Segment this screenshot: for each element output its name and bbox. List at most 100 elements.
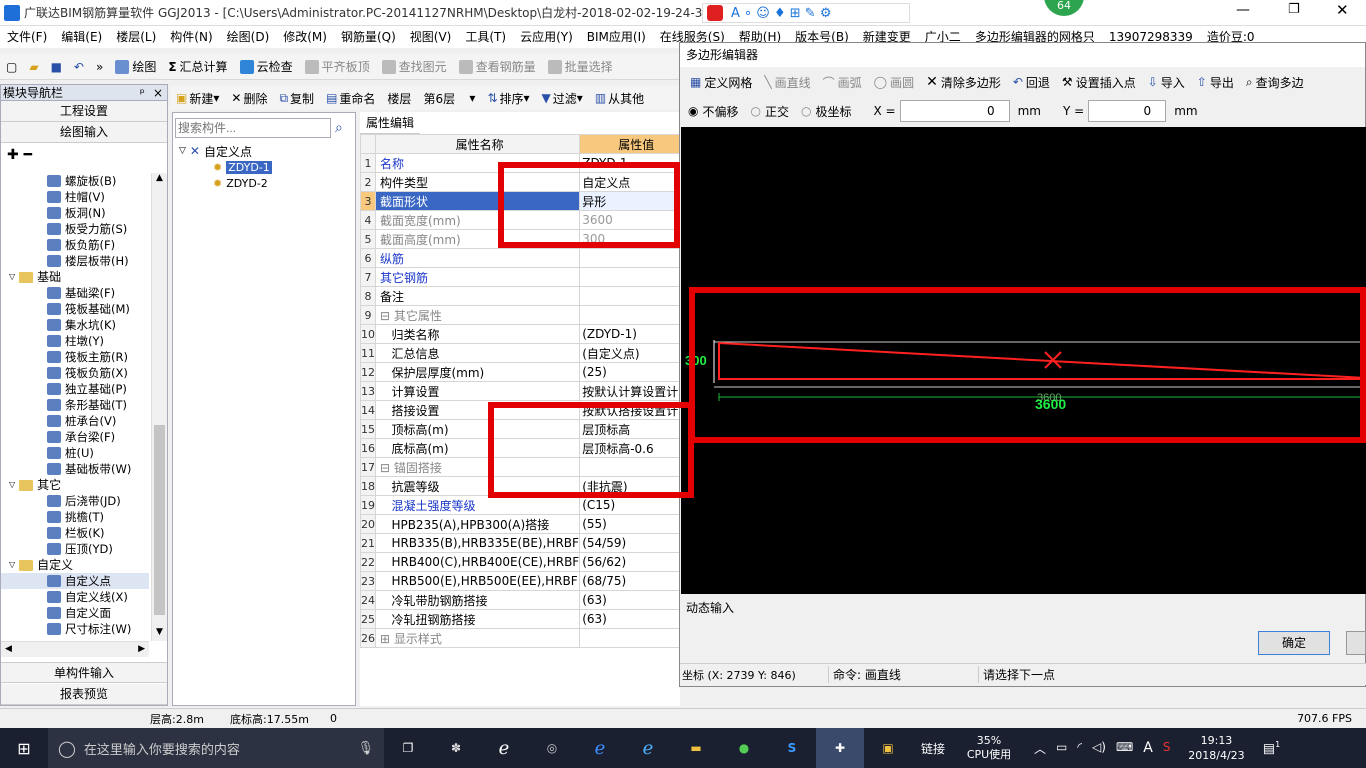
list-tree-root[interactable]: ▽ ✕ 自定义点 [173, 143, 355, 159]
tree-item[interactable]: 楼层板带(H) [1, 253, 149, 269]
list-item[interactable]: ✹ ZDYD-2 [173, 175, 355, 191]
spiral-app-icon[interactable]: ◎ [528, 741, 576, 755]
ie-browser-icon[interactable]: ℯ [480, 738, 528, 759]
property-tab[interactable]: 属性编辑 [360, 112, 420, 134]
nav-scrollbar[interactable]: ▲ ▼ [151, 173, 167, 641]
tree-item[interactable]: 栏板(K) [1, 525, 149, 541]
property-value[interactable]: (63) [579, 590, 692, 610]
tree-item[interactable]: 基础板带(W) [1, 461, 149, 477]
floor-select[interactable]: 第6层 ▾ [417, 86, 481, 110]
tray-expand-icon[interactable]: ︿ [1034, 740, 1046, 757]
expand-icon[interactable]: ▽ [9, 557, 15, 573]
property-value[interactable]: 按默认计算设置计算 [579, 381, 692, 401]
scroll-left-arrow[interactable]: ◀ [5, 644, 12, 655]
view-rebar-button[interactable]: 查看钢筋量 [453, 55, 542, 79]
rename-button[interactable]: ▤ 重命名 [320, 86, 381, 110]
cloud-check-button[interactable]: 云检查 [234, 55, 299, 79]
tree-group[interactable]: ▽ 自定义 [1, 557, 149, 573]
undo-icon[interactable]: ↶ [68, 55, 90, 79]
expand-icon[interactable]: ▽ [9, 477, 15, 493]
sort-button[interactable]: ⇅ 排序 ▾ [481, 86, 535, 110]
property-row[interactable]: 9 ⊟ 其它属性 [360, 305, 692, 325]
import-button[interactable]: ⇩ 导入 [1142, 70, 1191, 94]
menu-item[interactable]: 钢筋量(Q) [334, 26, 403, 48]
keyboard-icon[interactable]: ⌨ [1116, 740, 1133, 757]
property-row[interactable]: 19 混凝土强度等级 (C15) [360, 495, 692, 515]
tree-item[interactable]: 尺寸标注(W) [1, 621, 149, 637]
radio-no-offset[interactable]: ◉ 不偏移 [688, 103, 739, 120]
property-row[interactable]: 24 冷轧带肋钢筋搭接 (63) [360, 590, 692, 610]
property-value[interactable]: (55) [579, 514, 692, 534]
edge-browser-icon[interactable]: ℯ [576, 738, 624, 759]
tree-item[interactable]: 板洞(N) [1, 205, 149, 221]
menu-item[interactable]: 文件(F) [0, 26, 54, 48]
align-slab-button[interactable]: 平齐板顶 [299, 55, 376, 79]
tree-group[interactable]: ▽ 其它 [1, 477, 149, 493]
draw-circle-button[interactable]: ◯ 画圆 [868, 70, 920, 94]
ok-button[interactable]: 确定 [1258, 631, 1330, 655]
new-component-button[interactable]: ▣ 新建 ▾ [170, 86, 225, 110]
tree-item[interactable]: 条形基础(T) [1, 397, 149, 413]
property-row[interactable]: 12 保护层厚度(mm) (25) [360, 362, 692, 382]
set-insert-point-button[interactable]: ⚒ 设置插入点 [1056, 70, 1142, 94]
tree-item[interactable]: 筏板基础(M) [1, 301, 149, 317]
clear-polygon-button[interactable]: ✕ 清除多边形 [920, 70, 1007, 94]
property-row[interactable]: 11 汇总信息 (自定义点) [360, 343, 692, 363]
export-button[interactable]: ⇧ 导出 [1191, 70, 1240, 94]
tree-item[interactable]: 自定义点 [1, 573, 149, 589]
toolbar-overflow-icon[interactable]: » [90, 55, 109, 79]
summary-calc-button[interactable]: Σ 汇总计算 [162, 55, 233, 79]
restore-button[interactable]: ❐ [1288, 2, 1300, 17]
project-settings-button[interactable]: 工程设置 [1, 101, 167, 122]
green-app-icon[interactable]: ● [720, 741, 768, 755]
notification-badge[interactable]: 64 [1044, 0, 1084, 16]
list-item[interactable]: ✹ ZDYD-1 [173, 159, 355, 175]
report-preview-button[interactable]: 报表预览 [1, 684, 167, 705]
property-row[interactable]: 22 HRB400(C),HRB400E(CE),HRBF (56/62) [360, 552, 692, 572]
expand-collapse-tools[interactable]: ✚ ━ [1, 143, 167, 169]
network-icon[interactable]: ▭ [1056, 740, 1067, 757]
scroll-down-arrow[interactable]: ▼ [152, 627, 167, 641]
sogou-tray-icon[interactable]: S [1163, 740, 1171, 757]
query-polygon-button[interactable]: ⌕ 查询多边 [1240, 70, 1310, 94]
find-element-button[interactable]: 查找图元 [376, 55, 453, 79]
scroll-right-arrow[interactable]: ▶ [138, 644, 145, 655]
new-file-icon[interactable]: ▢ [0, 55, 23, 79]
tree-group[interactable]: ▽ 基础 [1, 269, 149, 285]
volume-icon[interactable]: ◁) [1092, 740, 1106, 757]
property-row[interactable]: 8 备注 [360, 286, 692, 306]
tree-item[interactable]: 桩承台(V) [1, 413, 149, 429]
property-value[interactable]: (56/62) [579, 552, 692, 572]
property-value[interactable]: (ZDYD-1) [579, 324, 692, 344]
minimize-button[interactable]: — [1236, 2, 1250, 18]
property-value[interactable] [579, 628, 692, 648]
file-explorer-icon[interactable]: ▬ [672, 741, 720, 755]
property-row[interactable]: 21 HRB335(B),HRB335E(BE),HRBF (54/59) [360, 533, 692, 553]
y-input[interactable]: 0 [1088, 100, 1167, 122]
tree-item[interactable]: 板受力筋(S) [1, 221, 149, 237]
expand-icon[interactable]: ▽ [9, 269, 15, 285]
tree-item[interactable]: 自定义面 [1, 605, 149, 621]
tree-item[interactable]: 独立基础(P) [1, 381, 149, 397]
scroll-thumb[interactable] [154, 425, 165, 615]
menu-item[interactable]: 云应用(Y) [513, 26, 580, 48]
ime-indicator[interactable]: A [1143, 740, 1153, 757]
single-component-input-button[interactable]: 单构件输入 [1, 662, 167, 683]
property-value[interactable]: (68/75) [579, 571, 692, 591]
filter-button[interactable]: ▼ 过滤 ▾ [536, 86, 589, 110]
pin-icon[interactable]: ᵖ [140, 85, 145, 101]
link-label[interactable]: 链接 [912, 740, 954, 757]
property-value[interactable]: (63) [579, 609, 692, 629]
menu-item[interactable]: 修改(M) [276, 26, 334, 48]
property-row[interactable]: 26 ⊞ 显示样式 [360, 628, 692, 648]
windows-start-icon[interactable]: ⊞ [0, 739, 48, 758]
nav-hscrollbar[interactable]: ◀ ▶ [1, 641, 149, 657]
property-row[interactable]: 10 归类名称 (ZDYD-1) [360, 324, 692, 344]
radio-orthogonal[interactable]: ○ 正交 [751, 103, 790, 120]
property-value[interactable] [579, 248, 692, 268]
nav-close-icon[interactable]: × [153, 85, 163, 101]
property-row[interactable]: 25 冷轧扭钢筋搭接 (63) [360, 609, 692, 629]
scroll-up-arrow[interactable]: ▲ [152, 173, 167, 187]
taskbar-search[interactable]: ◯ 在这里输入你要搜索的内容 🎙 [48, 728, 384, 768]
sogou-ime-toolbar[interactable]: A ∘ ☺ ♦ ⊞ ✎ ⚙ [702, 3, 910, 23]
